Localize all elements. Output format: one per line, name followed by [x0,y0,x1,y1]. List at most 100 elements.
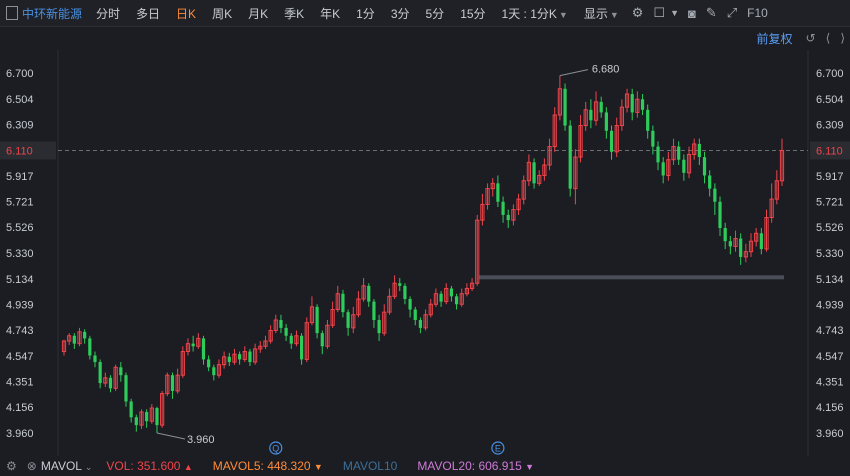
candle-body-down [739,238,743,257]
collapse-icon[interactable]: ⟨ [821,31,836,45]
checkbox-icon[interactable]: ☐ [648,5,670,21]
candle-body-down [713,188,717,202]
candle-body-down [501,201,505,215]
candle-body-down [93,355,97,363]
tab-weekly-k[interactable]: 周K [204,5,240,22]
candle-body-down [568,125,572,189]
mavol20-down-icon: ▼ [525,462,535,472]
candle-body-down [129,401,133,418]
y-tick-label-left: 6.700 [6,68,34,80]
mavol10-text: MAVOL10 [342,459,398,473]
candle-body-down [289,335,293,344]
candle-body-down [341,293,345,313]
candle-body-down [398,283,402,286]
chevron-down-icon: ⌄ [84,462,93,472]
y-tick-label-right: 4.939 [816,299,844,311]
candle-body-down [408,298,412,310]
candle-body-down [449,288,454,297]
gear-icon[interactable]: ⚙ [0,459,21,473]
tab-5min[interactable]: 5分 [418,5,453,22]
display-dropdown[interactable]: 显示 ▼ [576,5,627,22]
candle-body-down [661,162,665,176]
max-annotation-label: 6.680 [592,64,620,76]
candle-body-down [640,99,645,110]
candle-body-down [630,94,634,113]
candle-body-down [708,175,712,189]
candle-body-down [403,285,407,299]
candle-body-down [702,157,707,176]
close-icon[interactable]: ⊗ [21,459,41,473]
tab-monthly-k[interactable]: 月K [240,5,276,22]
chart-subbar: 前复权 ↺ ⟨ ⟩ [757,28,850,48]
tab-quarterly-k[interactable]: 季K [276,5,312,22]
candle-body-down [599,101,603,113]
y-tick-label-right: 5.917 [816,171,844,183]
candle-body-down [718,201,722,229]
y-tick-label-right: 5.134 [816,274,844,286]
y-tick-label-left: 5.330 [6,248,34,260]
chevron-down-icon: ▼ [609,9,619,20]
mavol20-text: MAVOL20: 606.915 [417,459,522,473]
y-tick-label-left: 4.547 [6,351,34,363]
vol-value: VOL: 351.600 ▲ [106,459,192,473]
y-tick-label-right: 6.110 [816,146,843,158]
pencil-icon[interactable]: ✎ [701,5,722,21]
y-tick-label-left: 5.134 [6,274,34,286]
candle-body-down [454,296,459,305]
expand-icon[interactable]: ⟩ [835,31,850,45]
candle-body-down [212,367,216,376]
mavol5-value: MAVOL5: 448.320 ▼ [213,459,323,473]
candle-body-down [759,233,763,250]
candle-body-down [72,335,76,344]
y-tick-label-left: 5.526 [6,222,34,234]
undo-icon[interactable]: ↺ [801,31,821,45]
tab-3min[interactable]: 3分 [383,5,418,22]
max-annotation-line [559,69,588,77]
event-marker-label: E [495,444,501,454]
chevron-down-icon: ▼ [558,9,568,20]
candle-body-down [413,309,417,321]
tab-1min[interactable]: 1分 [348,5,383,22]
candle-body-down [346,312,350,328]
mavol20-value: MAVOL20: 606.915 ▼ [417,459,534,473]
candlestick-chart[interactable]: 6.700 6.700 6.504 6.504 6.309 6.309 6.110 6.110… [0,50,850,456]
stock-name[interactable]: 中环新能源 [18,5,88,22]
dropdown-caret-icon[interactable]: ▼ [670,8,683,18]
camera-icon[interactable]: ◙ [683,6,701,21]
mavol5-text: MAVOL5: 448.320 [212,459,311,473]
vol-up-icon: ▲ [183,462,193,472]
candle-body-down [248,351,252,363]
display-label: 显示 [583,6,608,21]
y-tick-label-left: 5.917 [6,171,34,183]
candle-body-down [651,130,655,147]
f10-button[interactable]: F10 [742,6,773,20]
price-adjust-toggle[interactable]: 前复权 [757,30,801,47]
y-tick-label-right: 4.351 [816,377,844,389]
candle-body-down [589,109,593,121]
y-tick-label-right: 5.526 [816,222,844,234]
candle-body-down [723,228,727,242]
window-icon[interactable] [6,6,18,20]
period-dropdown[interactable]: 1天 : 1分K ▼ [494,5,576,22]
candle-body-down [532,162,536,184]
candle-body-down [496,183,500,202]
fullscreen-icon[interactable]: ⤢ [722,5,742,21]
tab-multiday[interactable]: 多日 [128,5,168,22]
mavol-label: MAVOL [40,459,82,473]
resistance-band [478,275,784,280]
gear-icon[interactable]: ⚙ [627,5,649,21]
tab-yearly-k[interactable]: 年K [312,5,348,22]
tab-daily-k[interactable]: 日K [168,5,204,22]
y-tick-label-left: 4.939 [6,299,34,311]
candle-body-down [134,417,138,426]
y-tick-label-right: 3.960 [816,428,844,440]
candle-body-down [682,159,686,173]
tab-intraday[interactable]: 分时 [88,5,128,22]
candle-body-down [119,367,123,376]
candle-body-down [124,375,128,402]
candle-body-down [609,130,614,152]
y-tick-label-left: 6.110 [6,146,33,158]
mavol-selector[interactable]: MAVOL ⌄ [41,459,93,473]
candle-body-down [315,306,319,334]
tab-15min[interactable]: 15分 [452,5,493,22]
